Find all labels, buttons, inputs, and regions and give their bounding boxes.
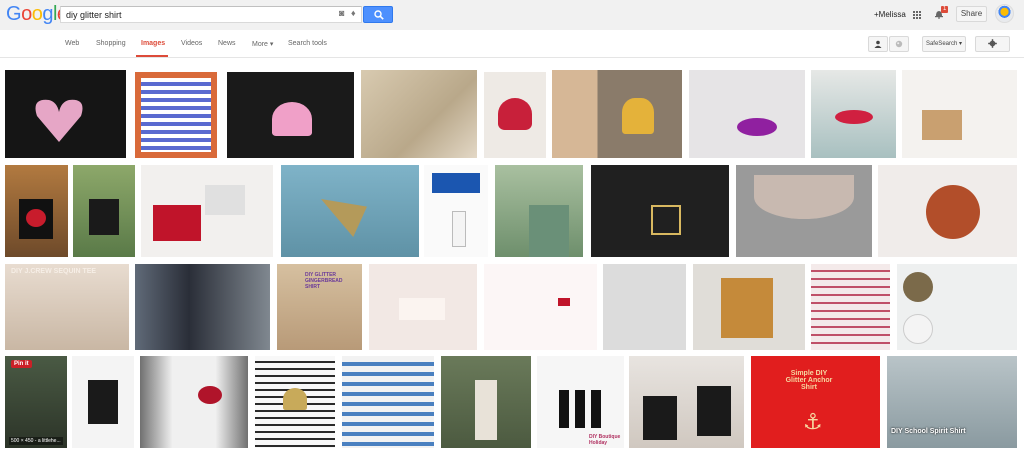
- search-input[interactable]: diy glitter shirt: [60, 6, 362, 23]
- logo-letter: G: [6, 3, 22, 25]
- image-results-grid: DIY J.CREW SEQUIN TEE DIY GLITTER GINGER…: [0, 58, 1024, 455]
- image-result[interactable]: DIY GLITTER GINGERBREAD SHIRT: [277, 264, 362, 350]
- image-result[interactable]: [902, 70, 1017, 158]
- top-bar: Google diy glitter shirt ◙ ♦ +Melissa 1 …: [0, 0, 1024, 30]
- globe-toggle-button[interactable]: [889, 36, 909, 52]
- image-result[interactable]: [342, 356, 434, 448]
- image-caption: DIY GLITTER GINGERBREAD SHIRT: [305, 272, 343, 290]
- tab-more[interactable]: More ▾: [252, 40, 273, 48]
- avatar[interactable]: [995, 4, 1014, 23]
- tab-news[interactable]: News: [218, 40, 236, 47]
- tab-web[interactable]: Web: [65, 40, 79, 47]
- apps-grid-icon[interactable]: [913, 11, 922, 20]
- image-result[interactable]: DIY School Spirit Shirt: [887, 356, 1017, 448]
- image-result[interactable]: [811, 70, 896, 158]
- image-result[interactable]: [369, 264, 477, 350]
- image-result[interactable]: [135, 72, 217, 158]
- image-result[interactable]: [811, 264, 890, 350]
- search-nav-bar: Web Shopping Images Videos News More ▾ S…: [0, 30, 1024, 58]
- image-result[interactable]: [5, 70, 126, 158]
- tab-shopping[interactable]: Shopping: [96, 40, 126, 47]
- pin-it-badge[interactable]: Pin it: [11, 360, 32, 368]
- image-result[interactable]: [629, 356, 744, 448]
- image-result[interactable]: [552, 70, 682, 158]
- globe-icon: [895, 40, 903, 48]
- image-result[interactable]: [255, 356, 335, 448]
- image-result[interactable]: [72, 356, 134, 448]
- logo-letter: o: [21, 3, 32, 25]
- image-result[interactable]: Pin it 500 × 450 - a littlehe...: [5, 356, 67, 448]
- tab-videos[interactable]: Videos: [181, 40, 202, 47]
- google-logo[interactable]: Google: [6, 3, 68, 26]
- safe-search-dropdown[interactable]: SafeSearch ▾: [922, 36, 966, 52]
- image-caption: DIY J.CREW SEQUIN TEE: [11, 268, 97, 275]
- image-caption: DIY Boutique Holiday: [589, 434, 621, 446]
- image-result[interactable]: [73, 165, 135, 257]
- image-result[interactable]: [361, 70, 477, 158]
- image-result[interactable]: [5, 165, 68, 257]
- search-icon: [374, 10, 384, 20]
- image-dimensions-label: 500 × 450 - a littlehe...: [9, 437, 63, 445]
- image-result[interactable]: [484, 264, 597, 350]
- image-result[interactable]: [281, 165, 419, 257]
- image-result[interactable]: [484, 72, 546, 158]
- tab-search-tools[interactable]: Search tools: [288, 40, 327, 47]
- image-caption: DIY School Spirit Shirt: [891, 428, 966, 435]
- image-result[interactable]: [441, 356, 531, 448]
- tab-images[interactable]: Images: [141, 40, 165, 47]
- share-button[interactable]: Share: [956, 6, 987, 22]
- notification-count-badge: 1: [941, 6, 949, 13]
- image-result[interactable]: [603, 264, 686, 350]
- mic-icon[interactable]: ♦: [351, 9, 359, 18]
- image-result[interactable]: [693, 264, 805, 350]
- logo-letter: g: [42, 3, 53, 25]
- image-result[interactable]: [689, 70, 805, 158]
- person-toggle-button[interactable]: [868, 36, 888, 52]
- user-name-link[interactable]: +Melissa: [874, 10, 906, 19]
- image-result[interactable]: DIY J.CREW SEQUIN TEE: [5, 264, 129, 350]
- gear-icon: [988, 39, 997, 48]
- image-result[interactable]: [135, 264, 270, 350]
- image-result[interactable]: [227, 72, 354, 158]
- image-caption: Simple DIY Glitter Anchor Shirt: [785, 370, 833, 391]
- anchor-icon: ⚓: [803, 410, 823, 435]
- image-result[interactable]: [897, 264, 1017, 350]
- search-button[interactable]: [363, 6, 393, 23]
- image-result[interactable]: Simple DIY Glitter Anchor Shirt ⚓: [751, 356, 880, 448]
- image-result[interactable]: [736, 165, 872, 257]
- active-tab-indicator: [136, 55, 168, 57]
- settings-button[interactable]: [975, 36, 1010, 52]
- image-result[interactable]: DIY Boutique Holiday: [537, 356, 624, 448]
- image-result[interactable]: [495, 165, 583, 257]
- person-icon: [874, 40, 882, 48]
- image-result[interactable]: [591, 165, 729, 257]
- image-result[interactable]: [140, 356, 248, 448]
- camera-icon[interactable]: ◙: [339, 9, 349, 18]
- image-result[interactable]: [878, 165, 1017, 257]
- image-result[interactable]: [424, 165, 488, 257]
- image-result[interactable]: [141, 165, 273, 257]
- logo-letter: o: [31, 3, 43, 25]
